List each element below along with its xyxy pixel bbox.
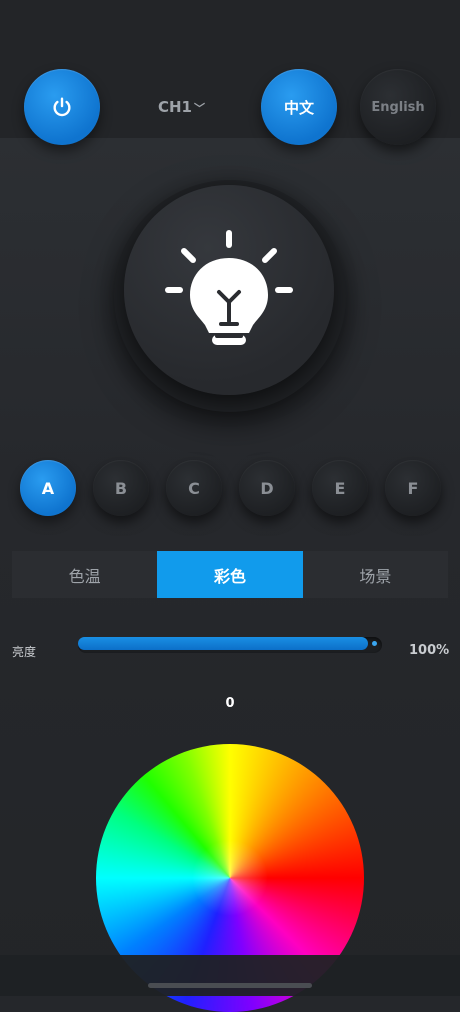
- scene-button-a[interactable]: A: [20, 460, 76, 516]
- scene-button-c[interactable]: C: [166, 460, 222, 516]
- brightness-slider-fill: [78, 637, 368, 650]
- scene-button-b[interactable]: B: [93, 460, 149, 516]
- scene-button-label: F: [407, 478, 419, 498]
- power-button[interactable]: [24, 69, 100, 145]
- tab-label: 彩色: [213, 566, 246, 586]
- scene-button-d[interactable]: D: [239, 460, 295, 516]
- power-icon: [53, 97, 71, 117]
- language-chinese-label: 中文: [283, 98, 314, 117]
- mode-tabs: 色温 彩色 场景: [12, 551, 448, 598]
- brightness-label: 亮度: [12, 645, 37, 659]
- chevron-down-icon: ﹀: [194, 102, 205, 115]
- tab-color[interactable]: 彩色: [157, 551, 303, 598]
- scene-button-f[interactable]: F: [385, 460, 441, 516]
- channel-selector[interactable]: CH1 ﹀: [158, 98, 205, 116]
- language-english-label: English: [371, 99, 425, 115]
- hue-value: 0: [225, 696, 235, 711]
- scene-button-label: B: [114, 478, 128, 498]
- language-chinese-button[interactable]: 中文: [261, 69, 337, 145]
- tab-color-temperature[interactable]: 色温: [12, 551, 157, 598]
- light-toggle-button[interactable]: [124, 185, 334, 395]
- brightness-value: 100%: [409, 643, 450, 658]
- scene-button-label: C: [188, 478, 200, 498]
- brightness-slider-handle[interactable]: [372, 641, 377, 646]
- bottom-bar: [0, 955, 460, 996]
- tab-scene[interactable]: 场景: [303, 551, 448, 598]
- scene-button-e[interactable]: E: [312, 460, 368, 516]
- home-indicator: [148, 983, 312, 988]
- scene-button-label: E: [334, 478, 346, 498]
- scene-button-label: D: [260, 478, 274, 498]
- channel-label: CH1: [158, 98, 192, 116]
- language-english-button[interactable]: English: [360, 69, 436, 145]
- tab-label: 色温: [68, 566, 101, 586]
- lightbulb-icon: [165, 230, 293, 345]
- tab-label: 场景: [359, 566, 392, 586]
- scene-button-label: A: [41, 478, 55, 498]
